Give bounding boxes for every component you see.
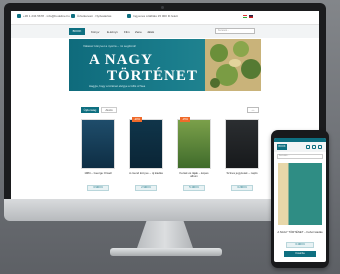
book-cover[interactable] (129, 119, 163, 169)
nav-item-ebooks[interactable]: E-könyv (107, 30, 118, 34)
product-title[interactable]: 1984 – George Orwell (81, 171, 115, 175)
product-title[interactable]: Kertek és tájak – képes album (177, 171, 211, 179)
hero-subtitle: Hagyja, hogy a történet elvigye a Gifts … (89, 84, 146, 88)
nav-item-games[interactable]: Játék (147, 30, 154, 34)
product-card[interactable]: Színes jegyzetek – napló 3 290 Ft (225, 119, 259, 197)
phone-book-cover[interactable] (278, 163, 322, 225)
monitor-stand (136, 221, 194, 251)
english-flag-icon[interactable] (249, 15, 253, 18)
product-price[interactable]: 5 490 Ft (183, 185, 205, 191)
product-card[interactable]: -15% Kertek és tájak – képes album 5 490… (177, 117, 211, 197)
site-logo[interactable]: BOOK (69, 28, 85, 35)
top-contact-bar: +36 1 234 5678 · info@bookline.hu Üzletk… (11, 11, 319, 25)
phone-product-price: 3 490 Ft (286, 242, 314, 248)
book-cover[interactable] (177, 119, 211, 169)
book-cover[interactable] (81, 119, 115, 169)
menu-icon[interactable] (318, 145, 322, 149)
hero-kicker: Válassz könyvet a nyárra – mi segítünk! (83, 44, 137, 48)
phone-header: BOOK (274, 142, 326, 152)
nav-item-film[interactable]: Film (124, 30, 130, 34)
monitor-base (110, 248, 222, 256)
hero-title-line2: TÖRTÉNET (107, 68, 198, 84)
user-icon[interactable] (306, 145, 310, 149)
nav-item-music[interactable]: Zene (135, 30, 142, 34)
search-input[interactable]: Keresés... (215, 28, 255, 34)
main-navigation: BOOK Könyv E-könyv Film Zene Játék Keres… (11, 25, 319, 38)
cart-icon[interactable] (312, 145, 316, 149)
tab-new[interactable]: Újdonság (81, 107, 99, 113)
contact-shipping[interactable]: Ingyenes szállítás 15 000 Ft felett (127, 14, 178, 18)
camera-dot (161, 6, 164, 9)
product-price[interactable]: 3 990 Ft (87, 185, 109, 191)
product-title[interactable]: A csend könyve – új kiadás (129, 171, 163, 175)
store-icon (71, 14, 75, 18)
phone-screen: BOOK Keresés... A NAGY TÖRTÉNET – Fehér … (274, 138, 326, 262)
product-card[interactable]: -20% A csend könyve – új kiadás 2 990 Ft (129, 117, 163, 197)
carousel-arrows[interactable]: ‹ › (247, 107, 259, 113)
phone-icon (17, 14, 21, 18)
hero-illustration (205, 39, 261, 91)
nav-item-books[interactable]: Könyv (91, 30, 99, 34)
phone-product-title[interactable]: A NAGY TÖRTÉNET – Fehér kiadás (276, 230, 324, 234)
hero-title-line1: A NAGY (89, 52, 153, 68)
smartphone: BOOK Keresés... A NAGY TÖRTÉNET – Fehér … (271, 130, 329, 268)
hero-banner[interactable]: Válassz könyvet a nyárra – mi segítünk! … (69, 39, 261, 91)
product-title[interactable]: Színes jegyzetek – napló (225, 171, 259, 175)
phone-logo[interactable]: BOOK (277, 144, 287, 150)
book-cover[interactable] (225, 119, 259, 169)
product-card[interactable]: 1984 – George Orwell 3 990 Ft (81, 119, 115, 197)
product-price[interactable]: 2 990 Ft (135, 185, 157, 191)
product-price[interactable]: 3 290 Ft (231, 185, 253, 191)
tab-sale[interactable]: Akció (101, 107, 117, 113)
truck-icon (127, 14, 131, 18)
discount-badge: -15% (180, 117, 190, 122)
discount-badge: -20% (132, 117, 142, 122)
contact-store[interactable]: Üzletkereső · Nyitvatartás (71, 14, 111, 18)
phone-search-input[interactable]: Keresés... (277, 154, 323, 159)
add-to-cart-button[interactable]: Kosárba (284, 251, 316, 257)
contact-phone[interactable]: +36 1 234 5678 · info@bookline.hu (17, 14, 70, 18)
hungarian-flag-icon[interactable] (243, 15, 247, 18)
